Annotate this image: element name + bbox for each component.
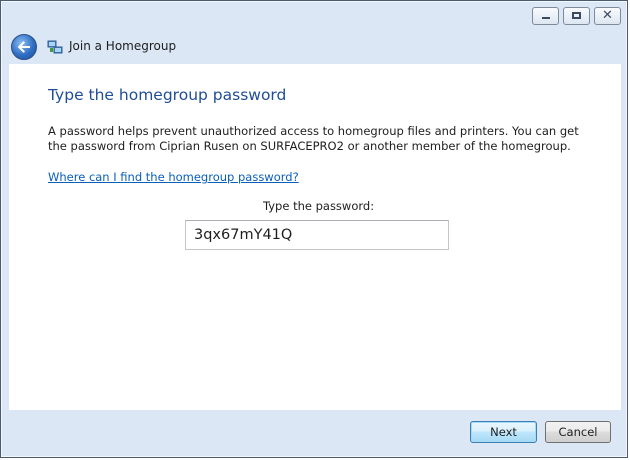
- title-bar[interactable]: ✕: [1, 1, 627, 31]
- password-label: Type the password:: [263, 199, 375, 213]
- close-button[interactable]: ✕: [594, 7, 621, 25]
- content-pane: Type the homegroup password A password h…: [9, 64, 621, 410]
- minimize-button[interactable]: [532, 7, 559, 25]
- back-button[interactable]: [11, 34, 37, 60]
- cancel-button[interactable]: Cancel: [545, 421, 611, 443]
- maximize-button[interactable]: [563, 7, 590, 25]
- button-bar: Next Cancel: [1, 410, 627, 459]
- page-heading: Type the homegroup password: [48, 86, 287, 104]
- back-arrow-icon: [17, 41, 30, 53]
- homegroup-icon: [47, 39, 63, 55]
- caption-buttons: ✕: [532, 7, 621, 25]
- description-text: A password helps prevent unauthorized ac…: [48, 124, 579, 153]
- password-input[interactable]: [185, 220, 449, 250]
- navigation-bar: Join a Homegroup: [1, 31, 627, 63]
- next-button[interactable]: Next: [470, 421, 537, 443]
- password-help-link[interactable]: Where can I find the homegroup password?: [48, 170, 299, 184]
- nav-title: Join a Homegroup: [69, 39, 177, 53]
- dialog-window: ✕ Join a Homegroup Type the homegroup pa…: [0, 0, 628, 458]
